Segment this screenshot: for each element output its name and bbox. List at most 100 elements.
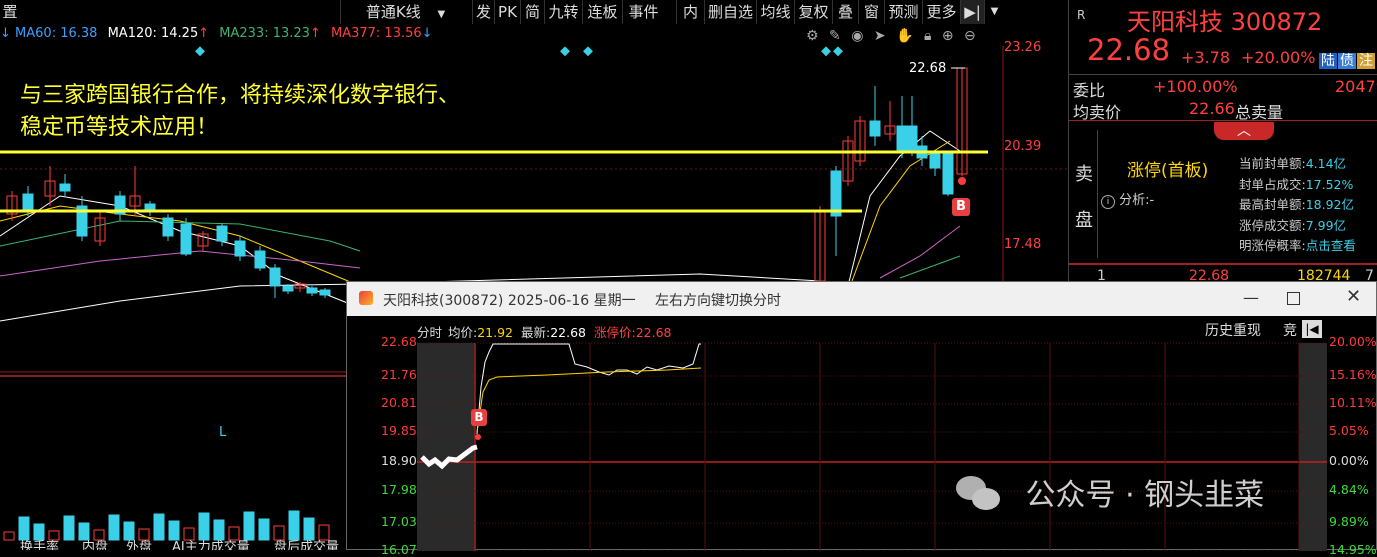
- toolbar-button-nei[interactable]: 内: [676, 0, 704, 24]
- toolbar-button-forecast[interactable]: 预测: [884, 0, 922, 24]
- zoom-out-icon[interactable]: ⊖: [964, 28, 976, 44]
- settings-icon[interactable]: ⚙: [806, 28, 819, 44]
- toolbar-button-window[interactable]: 窗: [858, 0, 884, 24]
- weibi-value: +100.00%: [1153, 77, 1238, 96]
- toolbar-button-more[interactable]: 更多: [922, 0, 960, 24]
- divider: [1069, 74, 1377, 75]
- price-axis-label-low: 17.48: [1004, 237, 1042, 252]
- volume-bar: [108, 514, 120, 541]
- ma233-legend: MA233: 13.23↑: [219, 26, 321, 41]
- left-axis-label: 19.85: [381, 423, 417, 438]
- ma-line: [0, 195, 361, 309]
- candle-body: [22, 193, 34, 212]
- ma-line: [0, 220, 361, 252]
- ma377-legend: MA377: 13.56↓: [331, 26, 433, 41]
- chevron-down-icon[interactable]: ▼: [984, 0, 1004, 24]
- last-price: 22.68: [1087, 33, 1171, 67]
- toolbar-button-delete-watch[interactable]: 删自选: [704, 0, 756, 24]
- stock-code: 300872: [1230, 8, 1323, 36]
- chevron-up-icon[interactable]: ︿: [1214, 122, 1274, 140]
- period-selector[interactable]: 普通K线 ▼: [340, 0, 470, 24]
- ma-legend: ↓ MA60: 16.38 MA120: 14.25 ↑ MA233: 13.23…: [0, 26, 439, 46]
- right-axis-label: 4.84%: [1329, 482, 1369, 497]
- ma60-arrow: ↓: [0, 26, 11, 41]
- toolbar-button-lianban[interactable]: 连板: [582, 0, 622, 24]
- candle-body: [234, 240, 246, 257]
- volume-bar: [183, 527, 195, 541]
- toolbar-button-jiuzhuan[interactable]: 九转: [544, 0, 582, 24]
- ma377-label: MA377: 13.56: [330, 26, 422, 41]
- candle-body: [162, 217, 174, 237]
- hand-icon[interactable]: ✋: [896, 28, 913, 44]
- analysis-label: 分析:-: [1119, 193, 1155, 208]
- left-axis-label: 20.81: [381, 395, 417, 410]
- tab-inner[interactable]: 内盘: [82, 540, 108, 550]
- toolbar-button-ma[interactable]: 均线: [756, 0, 794, 24]
- toolbar-button-shijian[interactable]: 事件: [622, 0, 664, 24]
- ma-line: [0, 205, 361, 287]
- volume-bar: [123, 521, 135, 541]
- candle-body: [216, 225, 228, 242]
- price-axis-label-mid: 20.39: [1004, 139, 1042, 154]
- volume-bar: [288, 510, 300, 541]
- stat-row: 明涨停概率:点击查看: [1239, 236, 1356, 257]
- period-label: 普通K线: [365, 3, 421, 21]
- avg-price-line: [476, 367, 702, 433]
- r-badge: R: [1077, 8, 1086, 22]
- tag-zhai[interactable]: 债: [1338, 53, 1356, 69]
- pen-icon[interactable]: ✎: [829, 28, 841, 44]
- right-axis-label: 10.11%: [1329, 395, 1377, 410]
- left-axis-label: 22.68: [381, 334, 417, 349]
- toolbar-button-jian[interactable]: 简: [520, 0, 544, 24]
- ma120-label: MA120: 14.25: [107, 26, 199, 41]
- expand-right-icon[interactable]: ▶|: [960, 0, 984, 24]
- lock-icon[interactable]: 🔒︎: [924, 28, 931, 44]
- eye-icon[interactable]: ◉: [851, 28, 863, 44]
- divider-red: [1069, 120, 1377, 121]
- tag-lu[interactable]: 陆: [1319, 53, 1337, 69]
- volume-bar: [303, 517, 315, 541]
- probability-link[interactable]: 点击查看: [1306, 238, 1356, 253]
- intraday-buy-marker[interactable]: B: [471, 409, 487, 426]
- limit-stats: 当前封单额:4.14亿 封单占成交:17.52% 最高封单额:18.92亿 涨停…: [1239, 154, 1356, 257]
- tag-zhu[interactable]: 注: [1357, 53, 1375, 69]
- volume-bar: [228, 526, 240, 541]
- max-price-label: 22.68: [909, 61, 947, 76]
- tab-outer[interactable]: 外盘: [126, 540, 152, 550]
- tab-turnover[interactable]: 换手率: [20, 540, 59, 550]
- event-diamond: [833, 46, 843, 57]
- volume-bar: [78, 522, 90, 541]
- side-label-pan: 盘: [1075, 210, 1093, 231]
- tab-after-hours[interactable]: 盘后成交量: [274, 540, 339, 550]
- volume-bar: [48, 530, 60, 541]
- stat-row: 涨停成交额:7.99亿: [1239, 216, 1356, 237]
- candle-body: [306, 287, 318, 294]
- ma-line: [899, 255, 961, 279]
- stat-label: 当前封单额:: [1239, 156, 1306, 171]
- toolbar-button-fa[interactable]: 发: [472, 0, 494, 24]
- volume-bar: [168, 520, 180, 541]
- toolbar-button-pk[interactable]: PK: [494, 0, 520, 24]
- buy-marker[interactable]: B: [952, 198, 970, 216]
- divider-vertical: [1097, 130, 1098, 258]
- candle-body: [869, 120, 881, 137]
- candle-body: [942, 153, 954, 195]
- toolbar-fragment[interactable]: 置: [0, 0, 20, 24]
- cursor-icon[interactable]: ➤: [874, 28, 886, 44]
- stat-value: 17.52%: [1305, 176, 1354, 192]
- toolbar-button-fuquan[interactable]: 复权: [794, 0, 832, 24]
- weibi-extra: 20479: [1335, 77, 1377, 96]
- toolbar-button-overlay[interactable]: 叠: [832, 0, 858, 24]
- analysis-row[interactable]: i 分析:-: [1101, 189, 1154, 209]
- event-diamond: [560, 46, 570, 57]
- side-label-sell: 卖: [1075, 164, 1093, 185]
- ma233-arrow: ↑: [309, 26, 321, 41]
- candle-body: [896, 125, 908, 152]
- zoom-in-icon[interactable]: ⊕: [942, 28, 954, 44]
- watermark: 公众号 · 钢头韭菜: [956, 470, 1264, 514]
- limit-status: 涨停(首板): [1127, 161, 1209, 181]
- news-headline: 与三家跨国银行合作，将持续深化数字银行、 稳定币等技术应用！: [20, 80, 460, 144]
- tab-ai-volume[interactable]: AI主力成交量: [172, 540, 250, 550]
- left-axis-label: 21.76: [381, 367, 417, 382]
- ma60-legend: ↓ MA60: 16.38: [0, 26, 97, 41]
